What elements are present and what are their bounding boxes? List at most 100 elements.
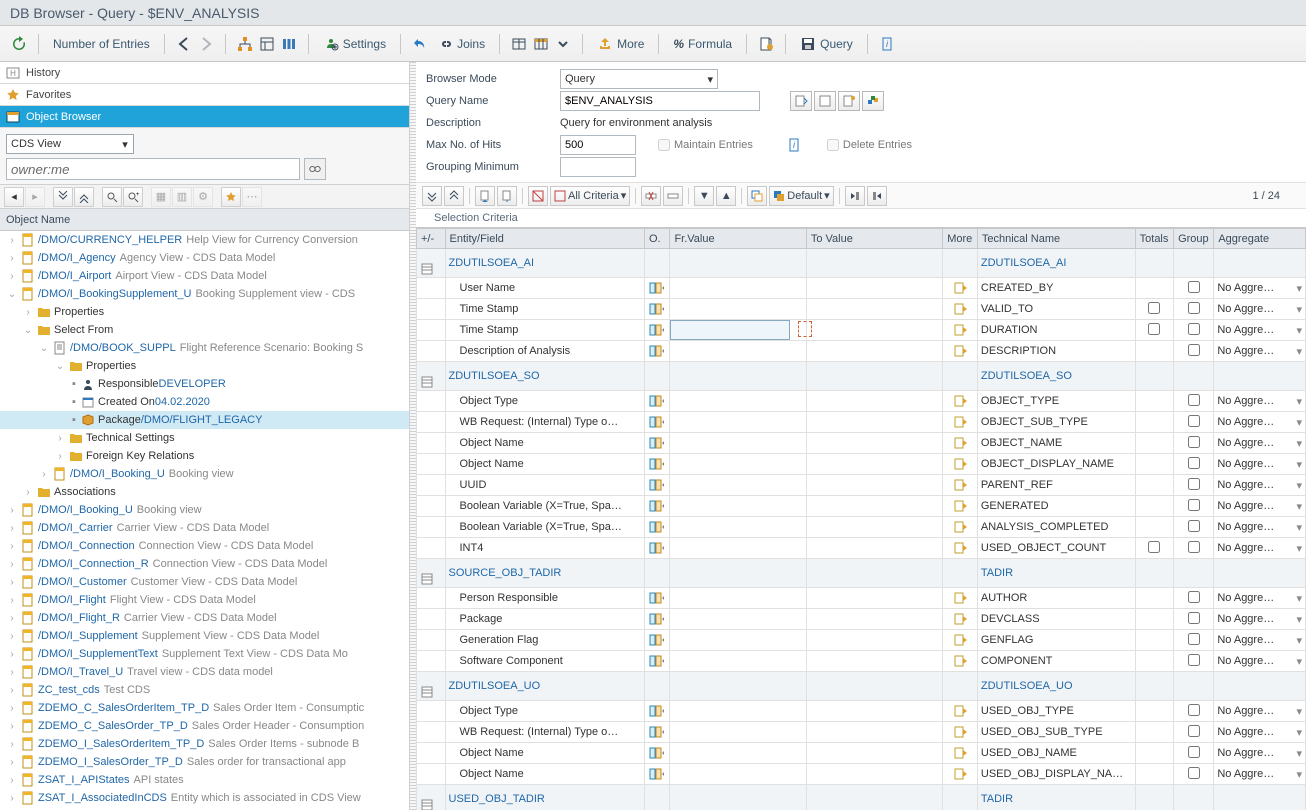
from-value-cell[interactable] bbox=[670, 609, 806, 630]
from-value-cell[interactable] bbox=[670, 701, 806, 722]
to-value-cell[interactable] bbox=[806, 341, 942, 362]
aggregate-select[interactable]: No Aggre…▾ bbox=[1214, 609, 1306, 630]
totals-check[interactable] bbox=[1135, 475, 1173, 496]
more-button[interactable] bbox=[943, 341, 978, 362]
caret-icon[interactable]: › bbox=[38, 469, 50, 480]
more-button[interactable] bbox=[943, 609, 978, 630]
default-button[interactable]: Default ▾ bbox=[769, 186, 833, 206]
group-check[interactable] bbox=[1174, 609, 1214, 630]
col-totals[interactable]: Totals bbox=[1135, 229, 1173, 249]
tree-row[interactable]: ›Properties bbox=[0, 303, 409, 321]
table-row[interactable]: SOURCE_OBJ_TADIRTADIR bbox=[417, 559, 1306, 588]
sort-desc-icon[interactable]: ▼ bbox=[694, 186, 714, 206]
totals-check[interactable] bbox=[1135, 764, 1173, 785]
caret-icon[interactable]: ⌄ bbox=[54, 361, 66, 372]
expand-all-icon[interactable] bbox=[53, 187, 73, 207]
group-check[interactable] bbox=[1174, 412, 1214, 433]
from-value-cell[interactable] bbox=[670, 517, 806, 538]
more-button[interactable] bbox=[943, 391, 978, 412]
more-button[interactable] bbox=[943, 722, 978, 743]
from-value-cell[interactable] bbox=[670, 651, 806, 672]
option-button[interactable] bbox=[645, 454, 670, 475]
from-value-cell[interactable] bbox=[670, 412, 806, 433]
to-value-cell[interactable] bbox=[806, 299, 942, 320]
caret-icon[interactable]: › bbox=[6, 721, 18, 732]
caret-icon[interactable]: › bbox=[6, 667, 18, 678]
settings-button[interactable]: Settings bbox=[317, 34, 392, 54]
totals-check[interactable] bbox=[1135, 278, 1173, 299]
group-check[interactable] bbox=[1174, 278, 1214, 299]
col-more[interactable]: More bbox=[943, 229, 978, 249]
totals-check[interactable] bbox=[1135, 299, 1173, 320]
aggregate-select[interactable]: No Aggre…▾ bbox=[1214, 299, 1306, 320]
tree-row[interactable]: ›/DMO/I_Travel_UTravel view - CDS data m… bbox=[0, 663, 409, 681]
tree-row[interactable]: ›Foreign Key Relations bbox=[0, 447, 409, 465]
group-check[interactable] bbox=[1174, 701, 1214, 722]
more-button[interactable] bbox=[943, 588, 978, 609]
copy-icon[interactable] bbox=[747, 186, 767, 206]
query-button[interactable]: Query bbox=[794, 34, 859, 54]
tool1-icon[interactable]: ▦ bbox=[151, 187, 171, 207]
caret-icon[interactable]: ⌄ bbox=[22, 325, 34, 336]
nav-history[interactable]: H History bbox=[0, 62, 409, 84]
option-button[interactable] bbox=[645, 320, 670, 341]
caret-icon[interactable]: › bbox=[6, 739, 18, 750]
aggregate-select[interactable]: No Aggre…▾ bbox=[1214, 538, 1306, 559]
table-row[interactable]: User NameCREATED_BYNo Aggre…▾ bbox=[417, 278, 1306, 299]
group-check[interactable] bbox=[1174, 588, 1214, 609]
max-hits-input[interactable] bbox=[560, 135, 636, 155]
group-check[interactable] bbox=[1174, 475, 1214, 496]
table-row[interactable]: Person ResponsibleAUTHORNo Aggre…▾ bbox=[417, 588, 1306, 609]
move-right-icon[interactable] bbox=[867, 186, 887, 206]
group-toggle[interactable] bbox=[417, 785, 446, 810]
tree-row[interactable]: ›/DMO/I_FlightFlight View - CDS Data Mod… bbox=[0, 591, 409, 609]
col-from-value[interactable]: Fr.Value bbox=[670, 229, 806, 249]
to-value-cell[interactable] bbox=[806, 630, 942, 651]
caret-icon[interactable]: › bbox=[6, 577, 18, 588]
to-value-cell[interactable] bbox=[806, 391, 942, 412]
to-value-cell[interactable] bbox=[806, 320, 942, 341]
totals-check[interactable] bbox=[1135, 391, 1173, 412]
from-value-cell[interactable] bbox=[670, 320, 806, 341]
row-del-icon[interactable] bbox=[641, 186, 661, 206]
more-button[interactable] bbox=[943, 278, 978, 299]
option-button[interactable] bbox=[645, 433, 670, 454]
tree-row[interactable]: ›/DMO/CURRENCY_HELPERHelp View for Curre… bbox=[0, 231, 409, 249]
more-button[interactable] bbox=[943, 743, 978, 764]
more-button[interactable] bbox=[943, 496, 978, 517]
nav-favorites[interactable]: Favorites bbox=[0, 84, 409, 106]
caret-icon[interactable]: › bbox=[6, 253, 18, 264]
tree-row[interactable]: ›/DMO/I_ConnectionConnection View - CDS … bbox=[0, 537, 409, 555]
search-icon[interactable] bbox=[304, 158, 326, 180]
caret-icon[interactable]: › bbox=[6, 505, 18, 516]
to-value-cell[interactable] bbox=[806, 475, 942, 496]
aggregate-select[interactable]: No Aggre…▾ bbox=[1214, 391, 1306, 412]
info-icon[interactable]: i bbox=[876, 34, 898, 54]
more-button[interactable] bbox=[943, 433, 978, 454]
totals-check[interactable] bbox=[1135, 722, 1173, 743]
caret-icon[interactable]: › bbox=[6, 613, 18, 624]
caret-icon[interactable]: › bbox=[6, 559, 18, 570]
table-row[interactable]: ZDUTILSOEA_UOZDUTILSOEA_UO bbox=[417, 672, 1306, 701]
collapse-all-icon[interactable] bbox=[74, 187, 94, 207]
aggregate-select[interactable]: No Aggre…▾ bbox=[1214, 588, 1306, 609]
option-button[interactable] bbox=[645, 299, 670, 320]
table-icon[interactable] bbox=[508, 34, 530, 54]
option-button[interactable] bbox=[645, 701, 670, 722]
more-button[interactable] bbox=[943, 538, 978, 559]
option-button[interactable] bbox=[645, 412, 670, 433]
more-button[interactable] bbox=[943, 454, 978, 475]
totals-check[interactable] bbox=[1135, 630, 1173, 651]
from-value-cell[interactable] bbox=[670, 538, 806, 559]
to-value-cell[interactable] bbox=[806, 651, 942, 672]
caret-icon[interactable]: › bbox=[6, 775, 18, 786]
table-row[interactable]: Boolean Variable (X=True, Spa…GENERATEDN… bbox=[417, 496, 1306, 517]
caret-icon[interactable]: › bbox=[54, 451, 66, 462]
tree-row[interactable]: ›ZDEMO_C_SalesOrder_TP_DSales Order Head… bbox=[0, 717, 409, 735]
tree-row[interactable]: ›/DMO/I_Flight_RCarrier View - CDS Data … bbox=[0, 609, 409, 627]
columns-icon[interactable] bbox=[278, 34, 300, 54]
totals-check[interactable] bbox=[1135, 454, 1173, 475]
tree-row[interactable]: ›/DMO/I_SupplementSupplement View - CDS … bbox=[0, 627, 409, 645]
info2-icon[interactable]: i bbox=[783, 135, 805, 155]
action4-icon[interactable] bbox=[862, 91, 884, 111]
